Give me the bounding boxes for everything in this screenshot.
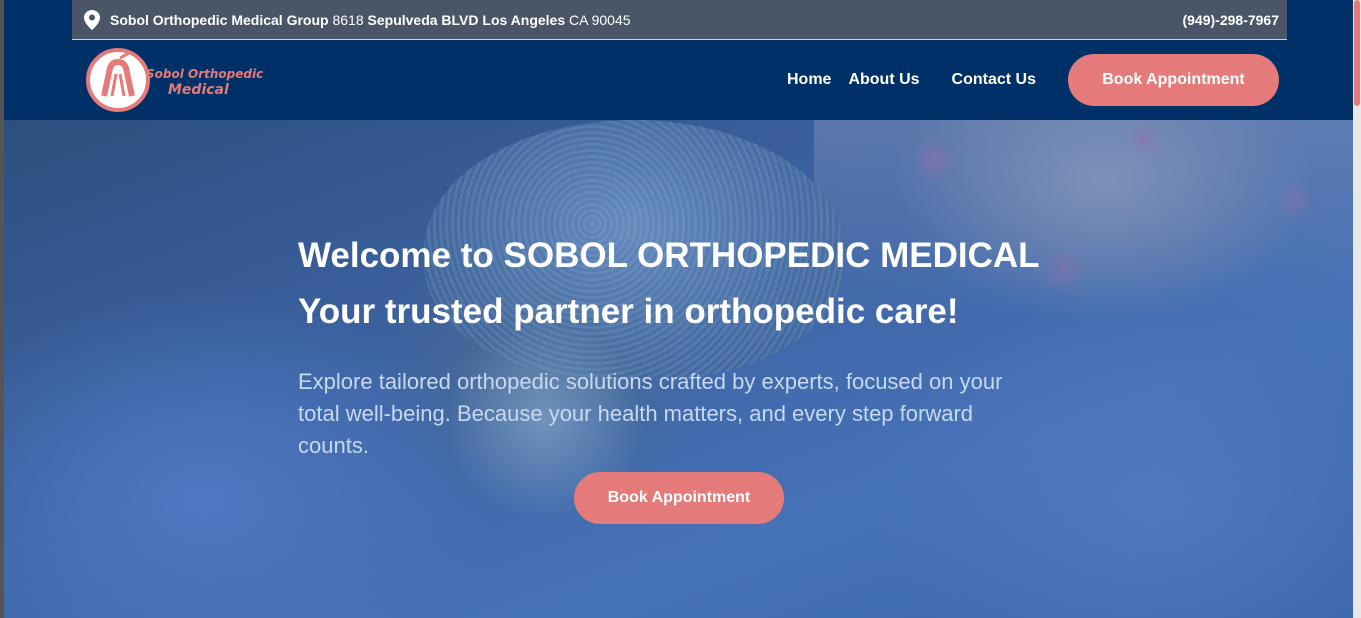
logo-emblem	[86, 48, 150, 112]
logo-text: Sobol Orthopedic Medical	[146, 66, 263, 98]
nav-book-appointment-button[interactable]: Book Appointment	[1068, 54, 1279, 106]
street: Sepulveda BLVD Los Angeles	[367, 11, 566, 28]
location-pin-icon	[84, 9, 100, 30]
logo-line1: Sobol Orthopedic	[146, 67, 264, 81]
hero-description: Explore tailored orthopedic solutions cr…	[298, 369, 1003, 458]
hero-book-appointment-button[interactable]: Book Appointment	[574, 472, 784, 524]
hero-title-line1: Welcome to SOBOL ORTHOPEDIC MEDICAL	[298, 236, 1040, 275]
hero-title-line2: Your trusted partner in orthopedic care!	[298, 292, 959, 331]
phone-number[interactable]: (949)-298-7967	[1182, 12, 1279, 28]
address: Sobol Orthopedic Medical Group 8618 Sepu…	[84, 9, 631, 30]
main-nav: Sobol Orthopedic Medical Home About Us C…	[72, 40, 1287, 120]
nav-contact-link[interactable]: Contact Us	[952, 71, 1036, 89]
page: Sobol Orthopedic Medical Group 8618 Sepu…	[0, 0, 1361, 618]
logo[interactable]: Sobol Orthopedic Medical	[86, 48, 263, 112]
bone-joint-icon	[101, 52, 135, 97]
scrollbar-thumb[interactable]	[1354, 0, 1360, 106]
nav-about-link[interactable]: About Us	[848, 71, 919, 89]
hero-title: Welcome to SOBOL ORTHOPEDIC MEDICAL Your…	[298, 228, 1098, 340]
street-number: 8618	[332, 11, 364, 28]
vertical-scrollbar[interactable]	[1353, 0, 1361, 618]
hero-section: Welcome to SOBOL ORTHOPEDIC MEDICAL Your…	[4, 120, 1353, 618]
logo-line2: Medical	[168, 82, 229, 98]
top-info-bar: Sobol Orthopedic Medical Group 8618 Sepu…	[72, 0, 1287, 40]
nav-menu: Home About Us Contact Us Book Appointmen…	[787, 54, 1279, 106]
state-zip: CA 90045	[569, 11, 631, 28]
org-name: Sobol Orthopedic Medical Group	[110, 11, 329, 28]
nav-home-link[interactable]: Home	[787, 71, 831, 89]
window-edge-left	[0, 0, 4, 618]
address-text: Sobol Orthopedic Medical Group 8618 Sepu…	[110, 12, 631, 28]
